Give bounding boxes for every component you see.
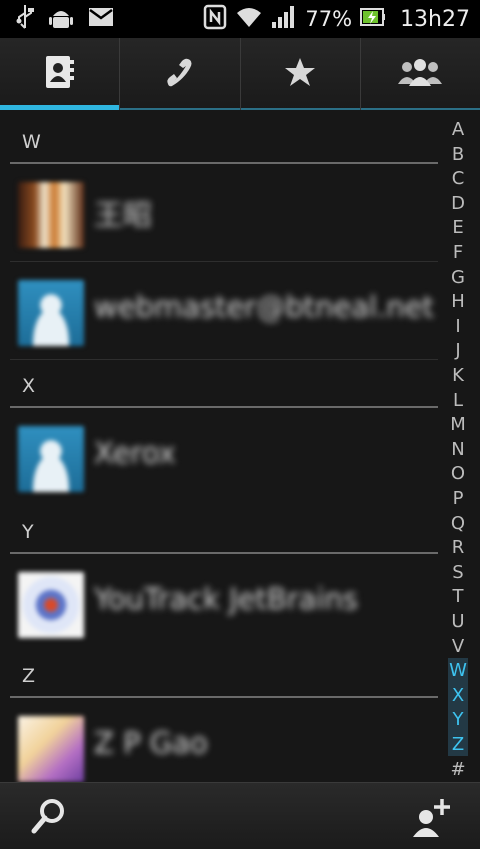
status-bar: 77% 13h27	[0, 0, 480, 38]
index-letter-e[interactable]: E	[447, 216, 469, 240]
contact-name: YouTrack JetBrains	[94, 582, 358, 616]
list-item[interactable]: Xerox	[10, 408, 438, 506]
contact-name: Xerox	[94, 436, 176, 470]
index-letter-q[interactable]: Q	[447, 512, 469, 536]
avatar	[18, 572, 84, 638]
list-item[interactable]: webmaster@btneal.net	[10, 262, 438, 360]
index-letter-i[interactable]: I	[447, 315, 469, 339]
nfc-icon	[203, 4, 227, 34]
tab-groups[interactable]	[360, 38, 480, 110]
index-letter-o[interactable]: O	[447, 462, 469, 486]
index-letter-p[interactable]: P	[447, 487, 469, 511]
section-header-y: Y	[10, 500, 438, 554]
phone-handset-icon	[162, 54, 198, 94]
index-letter-hash[interactable]: #	[447, 758, 469, 782]
index-letter-x[interactable]: X	[447, 684, 469, 708]
battery-percent: 77%	[305, 7, 353, 31]
index-letter-d[interactable]: D	[447, 192, 469, 216]
contact-name: 王昭	[94, 198, 153, 232]
index-letter-k[interactable]: K	[447, 364, 469, 388]
usb-icon	[16, 4, 34, 34]
contact-name: Z P Gao	[94, 726, 208, 760]
index-letter-u[interactable]: U	[447, 610, 469, 634]
index-letter-y[interactable]: Y	[447, 708, 469, 732]
index-letter-b[interactable]: B	[447, 143, 469, 167]
clock: 13h27	[400, 6, 470, 32]
bottom-action-bar	[0, 782, 480, 849]
section-header-x: X	[10, 354, 438, 408]
index-letter-w[interactable]: W	[447, 659, 469, 683]
index-letter-j[interactable]: J	[447, 339, 469, 363]
tab-favorites[interactable]	[240, 38, 361, 110]
index-letter-h[interactable]: H	[447, 290, 469, 314]
star-icon	[283, 55, 317, 93]
search-button[interactable]	[26, 795, 70, 839]
index-letter-c[interactable]: C	[447, 167, 469, 191]
section-letter: W	[22, 131, 41, 153]
index-letter-t[interactable]: T	[447, 585, 469, 609]
index-letter-v[interactable]: V	[447, 635, 469, 659]
search-icon	[26, 799, 70, 843]
index-letter-l[interactable]: L	[447, 389, 469, 413]
signal-icon	[271, 5, 297, 33]
avatar	[18, 182, 84, 248]
index-letter-z[interactable]: Z	[447, 733, 469, 757]
index-letter-n[interactable]: N	[447, 438, 469, 462]
android-icon	[48, 4, 74, 34]
index-letter-s[interactable]: S	[447, 561, 469, 585]
add-contact-button[interactable]	[410, 795, 454, 839]
avatar	[18, 426, 84, 492]
list-item[interactable]: Z P Gao	[10, 698, 438, 782]
section-letter: Z	[22, 665, 36, 687]
section-letter: X	[22, 375, 36, 397]
avatar	[18, 716, 84, 782]
index-letter-g[interactable]: G	[447, 266, 469, 290]
tab-bar	[0, 38, 480, 110]
groups-icon	[397, 56, 443, 92]
tab-contacts[interactable]	[0, 38, 121, 110]
section-header-w: W	[10, 110, 438, 164]
contact-name: webmaster@btneal.net	[94, 290, 434, 324]
contact-list[interactable]: W 王昭 webmaster@btneal.net X Xerox Y YouT…	[0, 110, 440, 782]
section-header-z: Z	[10, 644, 438, 698]
index-letter-f[interactable]: F	[447, 241, 469, 265]
avatar	[18, 280, 84, 346]
index-letter-m[interactable]: M	[447, 413, 469, 437]
gmail-icon	[88, 7, 114, 31]
battery-charging-icon	[360, 7, 386, 31]
list-item[interactable]: YouTrack JetBrains	[10, 554, 438, 652]
list-item[interactable]: 王昭	[10, 164, 438, 262]
section-letter: Y	[22, 521, 34, 543]
index-letter-a[interactable]: A	[447, 118, 469, 142]
wifi-icon	[235, 5, 263, 33]
tab-phone[interactable]	[120, 38, 241, 110]
add-contact-icon	[410, 799, 454, 843]
index-letter-r[interactable]: R	[447, 536, 469, 560]
contacts-book-icon	[43, 54, 77, 94]
